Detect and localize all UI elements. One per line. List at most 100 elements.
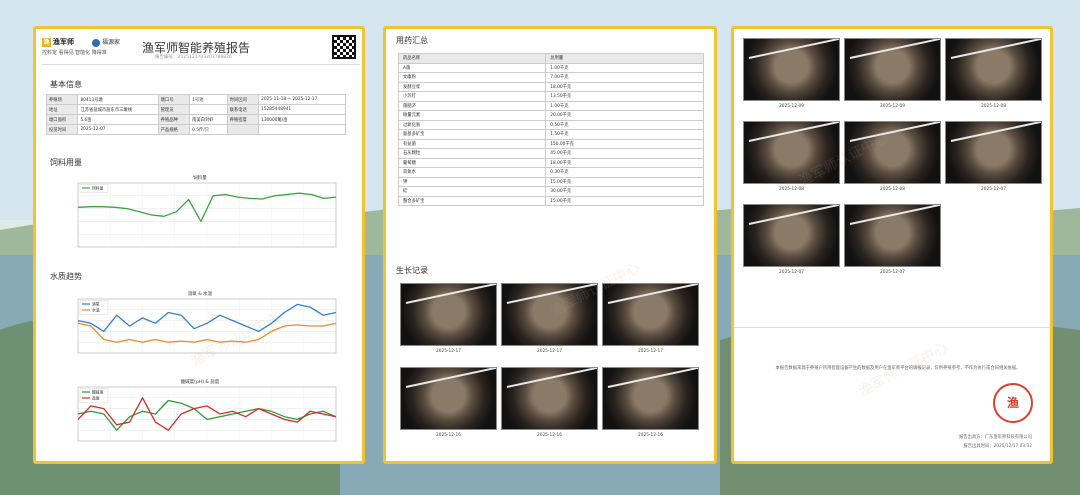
info-key: 养殖品种 xyxy=(157,114,191,125)
report-page-2: 用药汇总 药品名称 总用量 A菌 1.00千克 文康粉 7.00千克 发酵豆浆 18.00千克… xyxy=(383,26,717,464)
info-value xyxy=(258,124,346,135)
drug-cell: 氨基多矿宝 xyxy=(397,129,547,140)
growth-photo xyxy=(501,367,598,430)
divider xyxy=(734,327,1050,328)
feeding-rod xyxy=(405,284,496,304)
feeding-rod xyxy=(607,368,698,388)
growth-photo xyxy=(945,121,1042,184)
drug-row: 过氧化氢 0.50千克 xyxy=(397,119,704,130)
growth-photo xyxy=(501,283,598,346)
report-page-1: 渔渔军师 福源家 控料定 看得见 智能化 降得准 渔军师智能养殖报告 报告编号：… xyxy=(33,26,365,464)
report-number: 报告编号：2025121703203789826 xyxy=(155,55,232,60)
partner-icon xyxy=(92,38,100,47)
photo-date: 2025-12-16 xyxy=(638,433,663,438)
feeding-rod xyxy=(950,39,1041,59)
feeding-rod xyxy=(506,368,597,388)
info-key: 产品规格 xyxy=(157,124,191,135)
info-key: 投苗时间 xyxy=(45,124,79,135)
info-value xyxy=(189,104,228,115)
growth-photo xyxy=(602,367,699,430)
info-value: 0.5斤/只 xyxy=(189,124,228,135)
chart-title: 酸碱度(pH) & 盐度 xyxy=(181,378,220,385)
info-row: 养殖场 80413号塘 塘口号 1号池 时间区间 2025-11-18 ~ 2025-12… xyxy=(45,94,346,105)
drug-cell: 18.00千克 xyxy=(545,81,704,92)
company-seal: 渔 xyxy=(993,383,1033,423)
growth-photo xyxy=(400,367,497,430)
drug-row: 双氧水 0.30千克 xyxy=(397,167,704,178)
info-key: 地址 xyxy=(45,104,79,115)
drug-cell: A菌 xyxy=(397,62,547,73)
growth-photo xyxy=(743,121,840,184)
photo-date: 2025-12-17 xyxy=(436,349,461,354)
photo-date: 2025-12-08 xyxy=(880,187,905,192)
drug-row: 微量元素 20.00千克 xyxy=(397,110,704,121)
feeding-rod xyxy=(950,122,1041,142)
drug-row: 氨基多矿宝 1.50千克 xyxy=(397,129,704,140)
legend-label: 溶氧 xyxy=(92,302,100,307)
drug-cell: 硅 xyxy=(397,186,547,197)
photo-date: 2025-12-08 xyxy=(981,104,1006,109)
drug-cell: 7.00千克 xyxy=(545,72,704,83)
drug-cell: 18.00千克 xyxy=(545,157,704,168)
partner-logo: 福源家 xyxy=(92,37,120,47)
photo-date: 2025-12-16 xyxy=(537,433,562,438)
photo-date: 2025-12-09 xyxy=(880,104,905,109)
drug-cell: 螯合多矿宝 xyxy=(397,195,547,206)
info-row: 地址 江苏省盐城市盐东市三墩线 管理员 联系电话 15285448941 xyxy=(45,104,346,115)
feeding-rod xyxy=(849,122,940,142)
info-value: 2025-11-18 ~ 2025-12-17 xyxy=(258,94,346,105)
info-value: 130000尾/亩 xyxy=(258,114,346,125)
feeding-rod xyxy=(849,39,940,59)
feeding-rod xyxy=(748,122,839,142)
drug-row: 葡萄糖 18.00千克 xyxy=(397,157,704,168)
drug-row: A菌 1.00千克 xyxy=(397,62,704,73)
brand-slogan: 控料定 看得见 智能化 降得准 xyxy=(42,50,107,56)
drug-row: 硅 30.00千克 xyxy=(397,186,704,197)
growth-photo xyxy=(400,283,497,346)
drug-cell: 发酵豆浆 xyxy=(397,81,547,92)
section-basic-info: 基本信息 xyxy=(50,80,82,89)
drug-cell: 1.00千克 xyxy=(545,100,704,111)
drug-cell: 双氧水 xyxy=(397,167,547,178)
drug-cell: 小苏打 xyxy=(397,91,547,102)
photo-date: 2025-12-09 xyxy=(779,104,804,109)
info-key: 养殖场 xyxy=(45,94,79,105)
growth-photo xyxy=(945,38,1042,101)
info-key: 养殖密度 xyxy=(226,114,260,125)
info-value: 1号池 xyxy=(189,94,228,105)
feeding-rod xyxy=(849,205,940,225)
drug-cell: 45.00千克 xyxy=(545,148,704,159)
drug-cell: 13.50千克 xyxy=(545,91,704,102)
feed-chart: 饲料量 饲料量 xyxy=(50,171,350,263)
info-key: 塘口号 xyxy=(157,94,191,105)
drug-cell: 微量元素 xyxy=(397,110,547,121)
drug-cell: 有益菌 xyxy=(397,138,547,149)
drug-cell: 石灰颗粒 xyxy=(397,148,547,159)
info-value: 江苏省盐城市盐东市三墩线 xyxy=(77,104,159,115)
feeding-rod xyxy=(405,368,496,388)
section-growth: 生长记录 xyxy=(396,266,428,275)
water-chart-oxygen-temp: 溶氧 & 水温 溶氧 水温 xyxy=(50,287,350,369)
section-drug: 用药汇总 xyxy=(396,36,428,45)
chart-title: 饲料量 xyxy=(193,174,207,181)
drug-cell: 1.00千克 xyxy=(545,62,704,73)
info-value: 5.6亩 xyxy=(77,114,159,125)
drug-cell: 菌肥济 xyxy=(397,100,547,111)
chart-title: 溶氧 & 水温 xyxy=(188,290,213,297)
drug-row: 菌肥济 1.00千克 xyxy=(397,100,704,111)
report-page-3: 2025-12-09 2025-12-09 2025-12-08 2025-12-08… xyxy=(731,26,1053,464)
growth-photo xyxy=(844,121,941,184)
info-value: 80413号塘 xyxy=(77,94,159,105)
disclaimer: 本报告数据来源于养殖户所用智能设备产生的数据及用户在渔军师平台的填报记录，仅供养… xyxy=(775,366,1021,371)
brand-logo: 渔渔军师 xyxy=(42,38,74,47)
photo-date: 2025-12-08 xyxy=(779,187,804,192)
drug-row: 钾 15.00千克 xyxy=(397,176,704,187)
drug-cell: 葡萄糖 xyxy=(397,157,547,168)
drug-row: 有益菌 150.00千克 xyxy=(397,138,704,149)
drug-cell: 文康粉 xyxy=(397,72,547,83)
info-value: 15285448941 xyxy=(258,104,346,115)
drug-summary-table: 药品名称 总用量 A菌 1.00千克 文康粉 7.00千克 发酵豆浆 18.00千克 小苏打 13… xyxy=(397,53,704,206)
drug-row: 文康粉 7.00千克 xyxy=(397,72,704,83)
feeding-rod xyxy=(607,284,698,304)
growth-photo xyxy=(743,204,840,267)
